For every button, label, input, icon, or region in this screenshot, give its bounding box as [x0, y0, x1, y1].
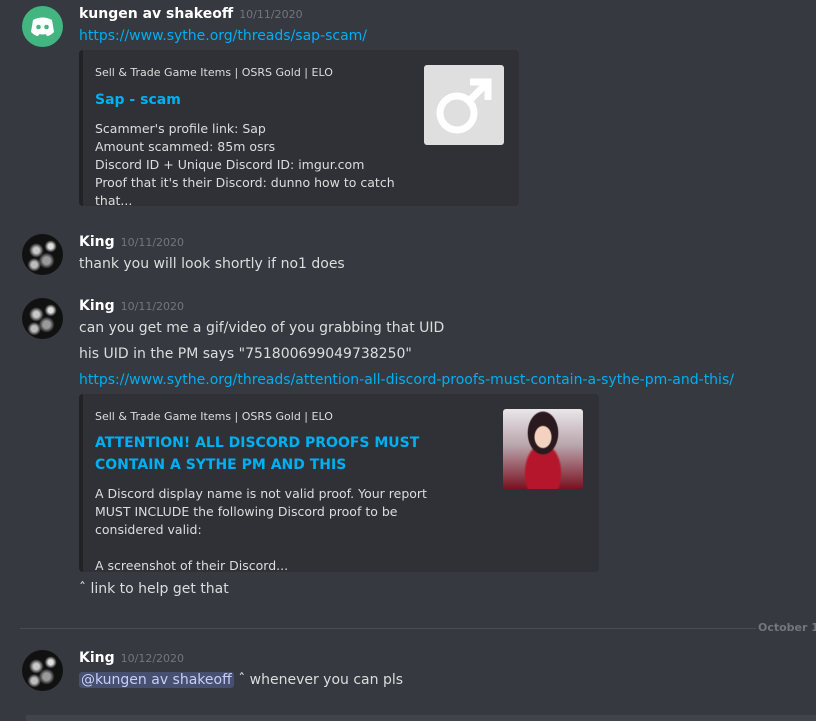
- message-link[interactable]: https://www.sythe.org/threads/attention-…: [79, 372, 734, 388]
- avatar[interactable]: [22, 650, 63, 691]
- author-name[interactable]: King: [79, 650, 115, 666]
- embed-description: Scammer's profile link: Sap Amount scamm…: [95, 121, 395, 208]
- link-embed: Sell & Trade Game Items | OSRS Gold | EL…: [79, 50, 519, 208]
- embed-thumbnail[interactable]: [503, 409, 583, 489]
- message-input-edge[interactable]: [26, 715, 816, 721]
- message-header: King 10/11/2020: [79, 234, 184, 250]
- message-text: @kungen av shakeoff ˆ whenever you can p…: [79, 672, 403, 688]
- message-header: King 10/11/2020: [79, 298, 184, 314]
- author-name[interactable]: kungen av shakeoff: [79, 6, 233, 22]
- embed-description: A Discord display name is not valid proo…: [95, 486, 427, 573]
- avatar[interactable]: [22, 6, 63, 47]
- message-text-followup: ˆ link to help get that: [79, 581, 229, 597]
- link-embed: Sell & Trade Game Items | OSRS Gold | EL…: [79, 394, 599, 573]
- message-text-rest: ˆ whenever you can pls: [233, 672, 404, 688]
- timestamp: 10/12/2020: [120, 652, 185, 665]
- message-text-line-2: his UID in the PM says "7518006990497382…: [79, 346, 412, 362]
- message-header: kungen av shakeoff 10/11/2020: [79, 6, 303, 22]
- message-text: thank you will look shortly if no1 does: [79, 256, 345, 272]
- male-symbol-icon: [436, 78, 492, 134]
- timestamp: 10/11/2020: [120, 300, 185, 313]
- message-header: King 10/12/2020: [79, 650, 184, 666]
- avatar[interactable]: [22, 298, 63, 339]
- message-link-line: https://www.sythe.org/threads/attention-…: [79, 372, 734, 388]
- embed-title[interactable]: Sap - scam: [95, 89, 181, 111]
- author-name[interactable]: King: [79, 234, 115, 250]
- message-text-line-1: can you get me a gif/video of you grabbi…: [79, 320, 445, 336]
- embed-title[interactable]: ATTENTION! ALL DISCORD PROOFS MUST CONTA…: [95, 432, 490, 476]
- embed-provider[interactable]: Sell & Trade Game Items | OSRS Gold | EL…: [95, 410, 333, 423]
- embed-provider[interactable]: Sell & Trade Game Items | OSRS Gold | EL…: [95, 66, 333, 79]
- discord-logo-icon: [31, 17, 54, 36]
- message-link[interactable]: https://www.sythe.org/threads/sap-scam/: [79, 28, 367, 44]
- user-mention[interactable]: @kungen av shakeoff: [79, 672, 234, 688]
- avatar[interactable]: [22, 234, 63, 275]
- timestamp: 10/11/2020: [120, 236, 185, 249]
- date-divider-label: October 12: [758, 621, 816, 634]
- timestamp: 10/11/2020: [239, 8, 303, 21]
- author-name[interactable]: King: [79, 298, 115, 314]
- message-link-line: https://www.sythe.org/threads/sap-scam/: [79, 28, 367, 44]
- embed-thumbnail[interactable]: [424, 65, 504, 145]
- date-divider: [20, 628, 756, 629]
